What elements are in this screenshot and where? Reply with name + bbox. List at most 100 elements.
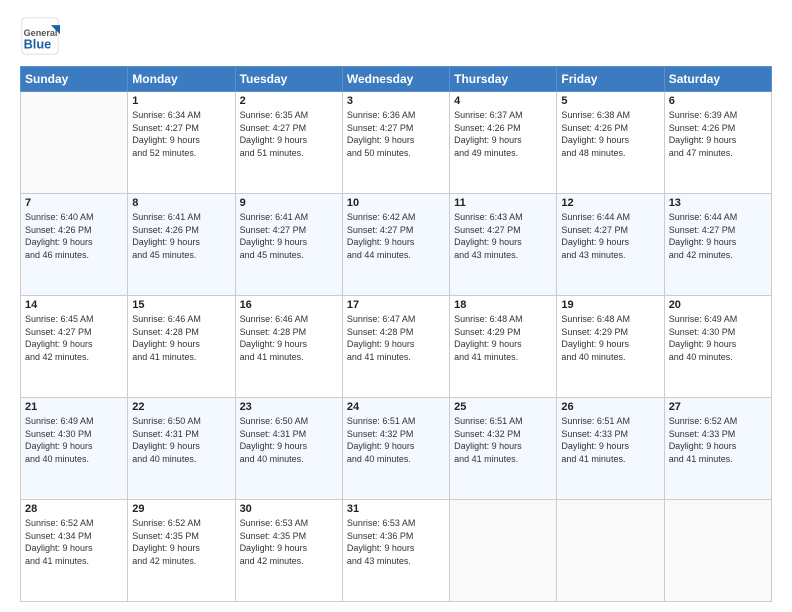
- calendar-day-header: Saturday: [664, 67, 771, 92]
- calendar-cell: 2 Sunrise: 6:35 AMSunset: 4:27 PMDaylight…: [235, 92, 342, 194]
- day-number: 4: [454, 95, 552, 107]
- day-info: Sunrise: 6:41 AMSunset: 4:27 PMDaylight:…: [240, 211, 338, 261]
- day-number: 27: [669, 401, 767, 413]
- day-info: Sunrise: 6:39 AMSunset: 4:26 PMDaylight:…: [669, 109, 767, 159]
- day-number: 22: [132, 401, 230, 413]
- calendar-cell: 23 Sunrise: 6:50 AMSunset: 4:31 PMDayligh…: [235, 398, 342, 500]
- calendar-cell: 21 Sunrise: 6:49 AMSunset: 4:30 PMDayligh…: [21, 398, 128, 500]
- logo-icon: General Blue: [20, 16, 60, 56]
- day-number: 7: [25, 197, 123, 209]
- calendar-week-row: 14 Sunrise: 6:45 AMSunset: 4:27 PMDayligh…: [21, 296, 772, 398]
- day-number: 29: [132, 503, 230, 515]
- calendar-cell: 4Sunrise: 6:37 AMSunset: 4:26 PMDaylight…: [450, 92, 557, 194]
- calendar-cell: 7 Sunrise: 6:40 AMSunset: 4:26 PMDaylight…: [21, 194, 128, 296]
- calendar-cell: 27 Sunrise: 6:52 AMSunset: 4:33 PMDayligh…: [664, 398, 771, 500]
- day-number: 30: [240, 503, 338, 515]
- day-info: Sunrise: 6:35 AMSunset: 4:27 PMDaylight:…: [240, 109, 338, 159]
- page-container: General Blue SundayMondayTuesdayWednesda…: [0, 0, 792, 612]
- calendar-day-header: Tuesday: [235, 67, 342, 92]
- day-number: 8: [132, 197, 230, 209]
- calendar-week-row: 7 Sunrise: 6:40 AMSunset: 4:26 PMDaylight…: [21, 194, 772, 296]
- day-number: 11: [454, 197, 552, 209]
- calendar-table: SundayMondayTuesdayWednesdayThursdayFrid…: [20, 66, 772, 602]
- calendar-cell: 13 Sunrise: 6:44 AMSunset: 4:27 PMDayligh…: [664, 194, 771, 296]
- day-info: Sunrise: 6:46 AMSunset: 4:28 PMDaylight:…: [240, 313, 338, 363]
- day-number: 3: [347, 95, 445, 107]
- svg-text:Blue: Blue: [24, 37, 52, 52]
- day-number: 20: [669, 299, 767, 311]
- day-info: Sunrise: 6:53 AMSunset: 4:36 PMDaylight:…: [347, 517, 445, 567]
- day-number: 23: [240, 401, 338, 413]
- calendar-week-row: 28Sunrise: 6:52 AMSunset: 4:34 PMDayligh…: [21, 500, 772, 602]
- calendar-cell: 14 Sunrise: 6:45 AMSunset: 4:27 PMDayligh…: [21, 296, 128, 398]
- day-number: 13: [669, 197, 767, 209]
- calendar-week-row: 21 Sunrise: 6:49 AMSunset: 4:30 PMDayligh…: [21, 398, 772, 500]
- day-info: Sunrise: 6:53 AMSunset: 4:35 PMDaylight:…: [240, 517, 338, 567]
- day-info: Sunrise: 6:50 AMSunset: 4:31 PMDaylight:…: [132, 415, 230, 465]
- calendar-header-row: SundayMondayTuesdayWednesdayThursdayFrid…: [21, 67, 772, 92]
- day-number: 18: [454, 299, 552, 311]
- day-info: Sunrise: 6:52 AMSunset: 4:33 PMDaylight:…: [669, 415, 767, 465]
- calendar-cell: [664, 500, 771, 602]
- day-number: 9: [240, 197, 338, 209]
- calendar-cell: 9 Sunrise: 6:41 AMSunset: 4:27 PMDaylight…: [235, 194, 342, 296]
- day-info: Sunrise: 6:49 AMSunset: 4:30 PMDaylight:…: [25, 415, 123, 465]
- day-number: 31: [347, 503, 445, 515]
- day-info: Sunrise: 6:40 AMSunset: 4:26 PMDaylight:…: [25, 211, 123, 261]
- calendar-cell: 5 Sunrise: 6:38 AMSunset: 4:26 PMDaylight…: [557, 92, 664, 194]
- calendar-cell: [557, 500, 664, 602]
- calendar-cell: 10Sunrise: 6:42 AMSunset: 4:27 PMDayligh…: [342, 194, 449, 296]
- day-number: 12: [561, 197, 659, 209]
- calendar-cell: 17Sunrise: 6:47 AMSunset: 4:28 PMDayligh…: [342, 296, 449, 398]
- day-number: 5: [561, 95, 659, 107]
- day-number: 17: [347, 299, 445, 311]
- day-info: Sunrise: 6:44 AMSunset: 4:27 PMDaylight:…: [669, 211, 767, 261]
- day-number: 1: [132, 95, 230, 107]
- calendar-cell: 8 Sunrise: 6:41 AMSunset: 4:26 PMDaylight…: [128, 194, 235, 296]
- day-info: Sunrise: 6:46 AMSunset: 4:28 PMDaylight:…: [132, 313, 230, 363]
- day-number: 25: [454, 401, 552, 413]
- calendar-cell: 18 Sunrise: 6:48 AMSunset: 4:29 PMDayligh…: [450, 296, 557, 398]
- calendar-cell: [450, 500, 557, 602]
- day-number: 15: [132, 299, 230, 311]
- day-number: 24: [347, 401, 445, 413]
- day-info: Sunrise: 6:42 AMSunset: 4:27 PMDaylight:…: [347, 211, 445, 261]
- day-info: Sunrise: 6:38 AMSunset: 4:26 PMDaylight:…: [561, 109, 659, 159]
- day-number: 21: [25, 401, 123, 413]
- calendar-cell: 25Sunrise: 6:51 AMSunset: 4:32 PMDayligh…: [450, 398, 557, 500]
- calendar-cell: 29Sunrise: 6:52 AMSunset: 4:35 PMDayligh…: [128, 500, 235, 602]
- calendar-cell: 1Sunrise: 6:34 AMSunset: 4:27 PMDaylight…: [128, 92, 235, 194]
- day-info: Sunrise: 6:45 AMSunset: 4:27 PMDaylight:…: [25, 313, 123, 363]
- day-info: Sunrise: 6:48 AMSunset: 4:29 PMDaylight:…: [561, 313, 659, 363]
- calendar-week-row: 1Sunrise: 6:34 AMSunset: 4:27 PMDaylight…: [21, 92, 772, 194]
- day-info: Sunrise: 6:44 AMSunset: 4:27 PMDaylight:…: [561, 211, 659, 261]
- day-number: 2: [240, 95, 338, 107]
- day-info: Sunrise: 6:51 AMSunset: 4:33 PMDaylight:…: [561, 415, 659, 465]
- day-number: 14: [25, 299, 123, 311]
- day-info: Sunrise: 6:49 AMSunset: 4:30 PMDaylight:…: [669, 313, 767, 363]
- calendar-day-header: Sunday: [21, 67, 128, 92]
- calendar-cell: 12 Sunrise: 6:44 AMSunset: 4:27 PMDayligh…: [557, 194, 664, 296]
- day-number: 19: [561, 299, 659, 311]
- calendar-cell: [21, 92, 128, 194]
- calendar-cell: 22 Sunrise: 6:50 AMSunset: 4:31 PMDayligh…: [128, 398, 235, 500]
- day-info: Sunrise: 6:50 AMSunset: 4:31 PMDaylight:…: [240, 415, 338, 465]
- calendar-cell: 26 Sunrise: 6:51 AMSunset: 4:33 PMDayligh…: [557, 398, 664, 500]
- day-info: Sunrise: 6:41 AMSunset: 4:26 PMDaylight:…: [132, 211, 230, 261]
- calendar-cell: 28Sunrise: 6:52 AMSunset: 4:34 PMDayligh…: [21, 500, 128, 602]
- day-number: 16: [240, 299, 338, 311]
- calendar-cell: 15 Sunrise: 6:46 AMSunset: 4:28 PMDayligh…: [128, 296, 235, 398]
- calendar-cell: 24 Sunrise: 6:51 AMSunset: 4:32 PMDayligh…: [342, 398, 449, 500]
- day-number: 6: [669, 95, 767, 107]
- calendar-day-header: Wednesday: [342, 67, 449, 92]
- calendar-day-header: Monday: [128, 67, 235, 92]
- day-number: 28: [25, 503, 123, 515]
- calendar-day-header: Thursday: [450, 67, 557, 92]
- day-info: Sunrise: 6:43 AMSunset: 4:27 PMDaylight:…: [454, 211, 552, 261]
- day-info: Sunrise: 6:48 AMSunset: 4:29 PMDaylight:…: [454, 313, 552, 363]
- day-number: 26: [561, 401, 659, 413]
- day-info: Sunrise: 6:36 AMSunset: 4:27 PMDaylight:…: [347, 109, 445, 159]
- day-info: Sunrise: 6:51 AMSunset: 4:32 PMDaylight:…: [347, 415, 445, 465]
- calendar-cell: 31 Sunrise: 6:53 AMSunset: 4:36 PMDayligh…: [342, 500, 449, 602]
- calendar-cell: 20 Sunrise: 6:49 AMSunset: 4:30 PMDayligh…: [664, 296, 771, 398]
